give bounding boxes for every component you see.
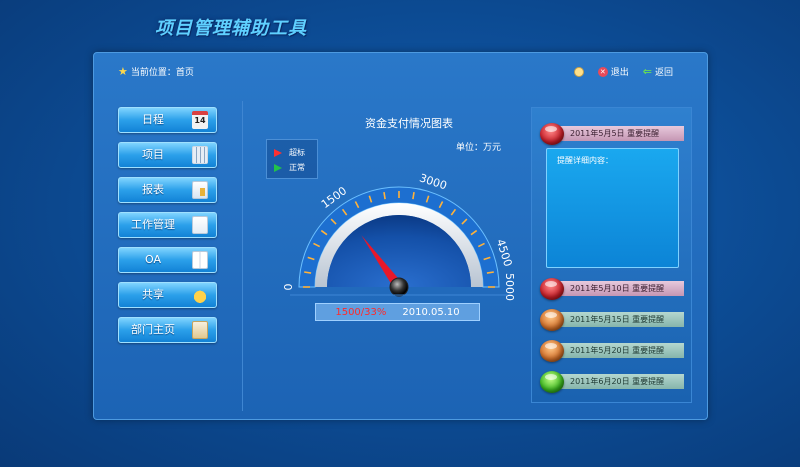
menu-item-label: 共享: [142, 288, 164, 301]
gauge-tick-label: 5000: [503, 273, 514, 301]
gauge-tick: [304, 271, 312, 274]
gauge-readout: 1500/33% 2010.05.10: [315, 303, 480, 321]
red-ball-icon: [540, 123, 564, 145]
back-label: 返回: [654, 68, 673, 78]
menu-item-department-home[interactable]: 部门主页: [118, 317, 217, 343]
grid-icon: [192, 146, 208, 164]
breadcrumb-text: 当前位置：首页: [130, 68, 194, 78]
reminder-label: 2011年5月15日 重要提醒: [560, 312, 684, 327]
reminder-item[interactable]: 2011年5月5日 重要提醒: [540, 123, 686, 145]
gauge-tick: [412, 192, 415, 200]
payment-gauge: 01500300045005000: [282, 171, 516, 301]
reminder-item[interactable]: 2011年5月15日 重要提醒: [540, 309, 686, 331]
reminder-label: 2011年5月20日 重要提醒: [560, 343, 684, 358]
reminder-item[interactable]: 2011年5月20日 重要提醒: [540, 340, 686, 362]
green-ball-icon: [540, 371, 564, 393]
gauge-hub: [389, 277, 409, 297]
back-arrow-icon: ⇐: [642, 65, 652, 78]
menu-item-report[interactable]: 报表: [118, 177, 217, 203]
reminder-label: 2011年6月20日 重要提醒: [560, 374, 684, 389]
gauge-dial: 01500300045005000: [282, 171, 516, 301]
orange-ball-icon: [540, 309, 564, 331]
reminder-item[interactable]: 2011年5月10日 重要提醒: [540, 278, 686, 300]
gauge-title: 资金支付情况图表: [365, 117, 453, 130]
user-button[interactable]: [573, 66, 584, 77]
document-edit-icon: [192, 216, 208, 234]
reminder-detail-box: 提醒详细内容：: [546, 148, 679, 268]
menu-item-schedule[interactable]: 日程 14: [118, 107, 217, 133]
menu-item-label: 报表: [142, 183, 164, 196]
close-icon: ✕: [597, 66, 608, 77]
gauge-tick-label: 0: [284, 284, 295, 291]
menu-item-label: 项目: [142, 148, 164, 161]
user-icon: [573, 66, 584, 77]
calendar-icon: 14: [192, 111, 208, 129]
back-button[interactable]: ⇐ 返回: [643, 65, 673, 78]
legend-item-over: 超标: [274, 145, 317, 160]
top-bar: ★ 当前位置：首页 ✕ 退出 ⇐ 返回: [94, 53, 707, 91]
exit-button[interactable]: ✕ 退出: [597, 65, 629, 78]
star-icon: ★: [118, 65, 128, 78]
side-menu: 日程 14 项目 报表 工作管理 OA 共享 部门主页: [118, 107, 217, 352]
menu-item-label: 工作管理: [131, 218, 175, 231]
report-icon: [192, 181, 208, 199]
gauge-value-text: 1500/33%: [335, 306, 387, 318]
office-icon: [192, 251, 208, 269]
gauge-tick-label: 3000: [418, 171, 449, 192]
reminder-label: 2011年5月5日 重要提醒: [560, 126, 684, 141]
legend-label: 超标: [289, 148, 305, 157]
app-title: 项目管理辅助工具: [155, 18, 307, 39]
gauge-tick: [383, 192, 386, 200]
exit-label: 退出: [610, 68, 629, 78]
menu-item-work-management[interactable]: 工作管理: [118, 212, 217, 238]
share-folder-icon: [192, 286, 208, 304]
gauge-tick: [486, 271, 494, 274]
menu-item-project[interactable]: 项目: [118, 142, 217, 168]
orange-ball-icon: [540, 340, 564, 362]
menu-item-label: OA: [145, 253, 161, 266]
main-panel: ★ 当前位置：首页 ✕ 退出 ⇐ 返回 日程 14 项目 报表 工作管理 OA …: [93, 52, 708, 420]
red-ball-icon: [540, 278, 564, 300]
reminder-panel: 2011年5月5日 重要提醒 提醒详细内容： 2011年5月10日 重要提醒 2…: [531, 107, 692, 403]
menu-item-label: 日程: [142, 113, 164, 126]
gauge-date-text: 2010.05.10: [402, 306, 460, 318]
unit-label: 单位：万元: [456, 143, 502, 153]
reminder-detail-label: 提醒详细内容：: [557, 156, 613, 165]
reminder-item[interactable]: 2011年6月20日 重要提醒: [540, 371, 686, 393]
green-triangle-icon: [274, 163, 282, 172]
home-icon: [192, 321, 208, 339]
breadcrumb: ★ 当前位置：首页: [118, 65, 194, 78]
menu-item-oa[interactable]: OA: [118, 247, 217, 273]
reminder-label: 2011年5月10日 重要提醒: [560, 281, 684, 296]
menu-item-label: 部门主页: [131, 323, 175, 336]
red-triangle-icon: [274, 148, 282, 157]
menu-item-share[interactable]: 共享: [118, 282, 217, 308]
divider: [242, 101, 243, 411]
